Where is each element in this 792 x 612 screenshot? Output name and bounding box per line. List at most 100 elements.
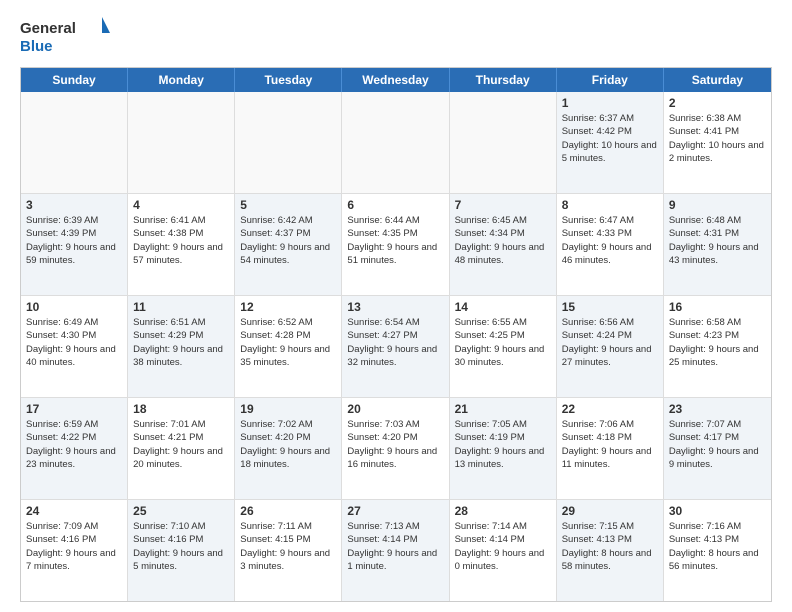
day-cell-6: 6Sunrise: 6:44 AM Sunset: 4:35 PM Daylig…	[342, 194, 449, 295]
day-number: 19	[240, 402, 336, 416]
cell-info: Sunrise: 7:11 AM Sunset: 4:15 PM Dayligh…	[240, 520, 336, 573]
cell-info: Sunrise: 6:54 AM Sunset: 4:27 PM Dayligh…	[347, 316, 443, 369]
day-cell-17: 17 Sunrise: 6:59 AM Sunset: 4:22 PM Dayli…	[21, 398, 128, 499]
day-number: 4	[133, 198, 229, 212]
day-cell-30: 30 Sunrise: 7:16 AM Sunset: 4:13 PM Dayli…	[664, 500, 771, 601]
cell-info: Sunrise: 7:16 AM Sunset: 4:13 PM Dayligh…	[669, 520, 766, 573]
day-cell-3: 3 Sunrise: 6:39 AM Sunset: 4:39 PM Daylig…	[21, 194, 128, 295]
cell-info: Sunrise: 6:58 AM Sunset: 4:23 PM Dayligh…	[669, 316, 766, 369]
calendar-row-1: 3 Sunrise: 6:39 AM Sunset: 4:39 PM Daylig…	[21, 194, 771, 296]
day-number: 14	[455, 300, 551, 314]
day-cell-13: 13 Sunrise: 6:54 AM Sunset: 4:27 PM Dayli…	[342, 296, 449, 397]
day-number: 17	[26, 402, 122, 416]
day-cell-18: 18 Sunrise: 7:01 AM Sunset: 4:21 PM Dayli…	[128, 398, 235, 499]
day-cell-19: 19 Sunrise: 7:02 AM Sunset: 4:20 PM Dayli…	[235, 398, 342, 499]
cell-info: Sunrise: 7:09 AM Sunset: 4:16 PM Dayligh…	[26, 520, 122, 573]
day-cell-25: 25Sunrise: 7:10 AM Sunset: 4:16 PM Dayli…	[128, 500, 235, 601]
cell-info: Sunrise: 7:13 AM Sunset: 4:14 PM Dayligh…	[347, 520, 443, 573]
cell-info: Sunrise: 7:07 AM Sunset: 4:17 PM Dayligh…	[669, 418, 766, 471]
cell-info: Sunrise: 7:01 AM Sunset: 4:21 PM Dayligh…	[133, 418, 229, 471]
day-cell-26: 26 Sunrise: 7:11 AM Sunset: 4:15 PM Dayli…	[235, 500, 342, 601]
day-cell-2: 2Sunrise: 6:38 AM Sunset: 4:41 PM Daylig…	[664, 92, 771, 193]
cell-info: Sunrise: 7:14 AM Sunset: 4:14 PM Dayligh…	[455, 520, 551, 573]
day-number: 30	[669, 504, 766, 518]
cell-info: Sunrise: 6:49 AM Sunset: 4:30 PM Dayligh…	[26, 316, 122, 369]
calendar-body: 1 Sunrise: 6:37 AM Sunset: 4:42 PM Daylig…	[21, 92, 771, 601]
day-number: 2	[669, 96, 766, 110]
empty-cell	[342, 92, 449, 193]
cell-info: Sunrise: 7:15 AM Sunset: 4:13 PM Dayligh…	[562, 520, 658, 573]
header-day-monday: Monday	[128, 68, 235, 92]
day-number: 15	[562, 300, 658, 314]
day-number: 8	[562, 198, 658, 212]
day-number: 10	[26, 300, 122, 314]
cell-info: Sunrise: 6:59 AM Sunset: 4:22 PM Dayligh…	[26, 418, 122, 471]
day-number: 16	[669, 300, 766, 314]
logo-svg: General Blue	[20, 15, 110, 57]
cell-info: Sunrise: 7:02 AM Sunset: 4:20 PM Dayligh…	[240, 418, 336, 471]
day-cell-16: 16 Sunrise: 6:58 AM Sunset: 4:23 PM Dayli…	[664, 296, 771, 397]
day-number: 20	[347, 402, 443, 416]
cell-info: Sunrise: 6:51 AM Sunset: 4:29 PM Dayligh…	[133, 316, 229, 369]
day-cell-29: 29Sunrise: 7:15 AM Sunset: 4:13 PM Dayli…	[557, 500, 664, 601]
cell-info: Sunrise: 6:48 AM Sunset: 4:31 PM Dayligh…	[669, 214, 766, 267]
day-number: 5	[240, 198, 336, 212]
day-cell-21: 21 Sunrise: 7:05 AM Sunset: 4:19 PM Dayli…	[450, 398, 557, 499]
day-number: 27	[347, 504, 443, 518]
day-cell-10: 10 Sunrise: 6:49 AM Sunset: 4:30 PM Dayli…	[21, 296, 128, 397]
calendar: SundayMondayTuesdayWednesdayThursdayFrid…	[20, 67, 772, 602]
calendar-row-3: 17 Sunrise: 6:59 AM Sunset: 4:22 PM Dayli…	[21, 398, 771, 500]
logo-text: General Blue	[20, 15, 110, 57]
empty-cell	[235, 92, 342, 193]
empty-cell	[450, 92, 557, 193]
day-cell-5: 5 Sunrise: 6:42 AM Sunset: 4:37 PM Daylig…	[235, 194, 342, 295]
header-day-tuesday: Tuesday	[235, 68, 342, 92]
calendar-header: SundayMondayTuesdayWednesdayThursdayFrid…	[21, 68, 771, 92]
day-number: 11	[133, 300, 229, 314]
day-cell-9: 9 Sunrise: 6:48 AM Sunset: 4:31 PM Daylig…	[664, 194, 771, 295]
cell-info: Sunrise: 7:03 AM Sunset: 4:20 PM Dayligh…	[347, 418, 443, 471]
cell-info: Sunrise: 6:37 AM Sunset: 4:42 PM Dayligh…	[562, 112, 658, 165]
day-number: 13	[347, 300, 443, 314]
svg-text:Blue: Blue	[20, 38, 53, 55]
day-number: 23	[669, 402, 766, 416]
day-cell-20: 20 Sunrise: 7:03 AM Sunset: 4:20 PM Dayli…	[342, 398, 449, 499]
day-number: 18	[133, 402, 229, 416]
cell-info: Sunrise: 6:42 AM Sunset: 4:37 PM Dayligh…	[240, 214, 336, 267]
day-cell-15: 15Sunrise: 6:56 AM Sunset: 4:24 PM Dayli…	[557, 296, 664, 397]
day-number: 1	[562, 96, 658, 110]
day-number: 26	[240, 504, 336, 518]
cell-info: Sunrise: 6:41 AM Sunset: 4:38 PM Dayligh…	[133, 214, 229, 267]
day-number: 21	[455, 402, 551, 416]
cell-info: Sunrise: 6:47 AM Sunset: 4:33 PM Dayligh…	[562, 214, 658, 267]
calendar-row-2: 10 Sunrise: 6:49 AM Sunset: 4:30 PM Dayli…	[21, 296, 771, 398]
day-number: 12	[240, 300, 336, 314]
header-day-saturday: Saturday	[664, 68, 771, 92]
day-cell-24: 24 Sunrise: 7:09 AM Sunset: 4:16 PM Dayli…	[21, 500, 128, 601]
day-cell-27: 27 Sunrise: 7:13 AM Sunset: 4:14 PM Dayli…	[342, 500, 449, 601]
cell-info: Sunrise: 6:45 AM Sunset: 4:34 PM Dayligh…	[455, 214, 551, 267]
day-number: 7	[455, 198, 551, 212]
day-number: 3	[26, 198, 122, 212]
cell-info: Sunrise: 6:39 AM Sunset: 4:39 PM Dayligh…	[26, 214, 122, 267]
cell-info: Sunrise: 7:06 AM Sunset: 4:18 PM Dayligh…	[562, 418, 658, 471]
day-number: 24	[26, 504, 122, 518]
header-day-thursday: Thursday	[450, 68, 557, 92]
day-cell-4: 4 Sunrise: 6:41 AM Sunset: 4:38 PM Daylig…	[128, 194, 235, 295]
cell-info: Sunrise: 7:05 AM Sunset: 4:19 PM Dayligh…	[455, 418, 551, 471]
day-number: 9	[669, 198, 766, 212]
day-number: 22	[562, 402, 658, 416]
empty-cell	[21, 92, 128, 193]
day-cell-12: 12 Sunrise: 6:52 AM Sunset: 4:28 PM Dayli…	[235, 296, 342, 397]
day-number: 28	[455, 504, 551, 518]
day-number: 6	[347, 198, 443, 212]
cell-info: Sunrise: 6:52 AM Sunset: 4:28 PM Dayligh…	[240, 316, 336, 369]
svg-text:General: General	[20, 20, 76, 37]
day-cell-8: 8 Sunrise: 6:47 AM Sunset: 4:33 PM Daylig…	[557, 194, 664, 295]
header-day-wednesday: Wednesday	[342, 68, 449, 92]
header-day-sunday: Sunday	[21, 68, 128, 92]
day-number: 25	[133, 504, 229, 518]
header-day-friday: Friday	[557, 68, 664, 92]
day-cell-28: 28 Sunrise: 7:14 AM Sunset: 4:14 PM Dayli…	[450, 500, 557, 601]
day-cell-1: 1 Sunrise: 6:37 AM Sunset: 4:42 PM Daylig…	[557, 92, 664, 193]
